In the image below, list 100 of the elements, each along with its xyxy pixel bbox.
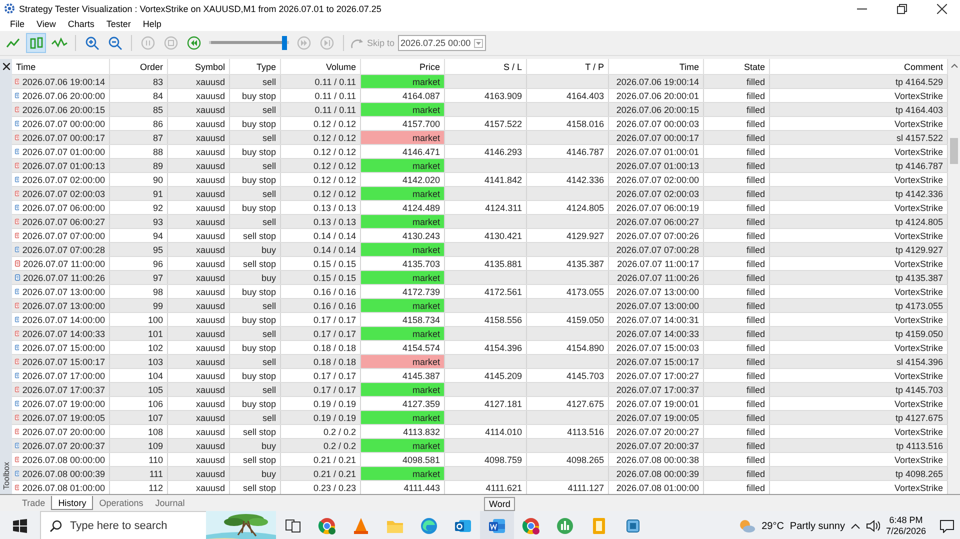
chevron-up-icon[interactable] — [850, 523, 860, 529]
table-row[interactable]: 2026.07.07 11:00:00 96 xauusd sell stop 0.15 / 0.15 4135.703 4135.881 4135.387 2026.07.07 11:00:17 filled VortexStrike — [12, 257, 948, 271]
table-row[interactable]: 2026.07.07 07:00:00 94 xauusd sell stop 0.14 / 0.14 4130.243 4130.421 4129.927 2026.07.07 07:00:26 filled VortexStrike — [12, 229, 948, 243]
table-cell: 0.19 / 0.19 — [281, 397, 361, 410]
table-cell: 2026.07.07 13:00:00 — [609, 285, 704, 298]
table-cell: 2026.07.06 19:00:14 — [609, 75, 704, 88]
table-cell: 2026.07.07 02:00:00 — [22, 174, 105, 184]
column-header[interactable]: Type — [230, 59, 281, 74]
bar-chart-icon[interactable] — [26, 33, 46, 53]
table-row[interactable]: 2026.07.07 17:00:37 105 xauusd sell 0.17 / 0.17 market 2026.07.07 17:00:37 filled tp 4145.703 — [12, 383, 948, 397]
menu-item[interactable]: Help — [136, 19, 168, 29]
table-cell: filled — [704, 327, 770, 340]
table-row[interactable]: 2026.07.07 17:00:00 104 xauusd buy stop 0.17 / 0.17 4145.387 4145.209 4145.703 2026.07.07 17:00:27 filled VortexStrike — [12, 369, 948, 383]
tab[interactable]: Trade — [16, 496, 52, 510]
column-header[interactable]: Time — [12, 59, 110, 74]
table-cell: 2026.07.07 17:00:37 — [22, 384, 105, 394]
scroll-up-icon[interactable] — [950, 63, 958, 68]
table-cell: xauusd — [168, 271, 230, 284]
scrollbar[interactable] — [948, 59, 960, 494]
mail-icon — [455, 520, 471, 532]
menu-item[interactable]: View — [30, 19, 62, 29]
table-row[interactable]: 2026.07.07 13:00:00 99 xauusd sell 0.16 / 0.16 market 2026.07.07 13:00:00 filled tp 4173.055 — [12, 299, 948, 313]
table-row[interactable]: 2026.07.07 11:00:26 97 xauusd buy 0.15 / 0.15 market 2026.07.07 11:00:26 filled tp 4135.387 — [12, 271, 948, 285]
table-row[interactable]: 2026.07.06 20:00:00 84 xauusd buy stop 0.11 / 0.11 4164.087 4163.909 4164.403 2026.07.06 20:00:01 filled VortexStrike — [12, 89, 948, 103]
table-cell: xauusd — [168, 89, 230, 102]
table-cell: xauusd — [168, 257, 230, 270]
table-row[interactable]: 2026.07.06 19:00:14 83 xauusd sell 0.11 / 0.11 market 2026.07.06 19:00:14 filled tp 4164.529 — [12, 75, 948, 89]
table-row[interactable]: 2026.07.08 01:00:00 112 xauusd sell stop 0.23 / 0.23 4111.443 4111.621 4111.127 2026.07.08 01:00:00 filled VortexStrike — [12, 481, 948, 494]
table-row[interactable]: 2026.07.07 02:00:03 91 xauusd sell 0.12 / 0.12 market 2026.07.07 02:00:03 filled tp 4142.336 — [12, 187, 948, 201]
column-header[interactable]: Price — [361, 59, 445, 74]
column-header[interactable]: S / L — [445, 59, 527, 74]
table-cell: buy stop — [230, 145, 281, 158]
windows-logo-icon[interactable] — [13, 519, 27, 533]
table-row[interactable]: 2026.07.07 06:00:27 93 xauusd sell 0.13 / 0.13 market 2026.07.07 06:00:27 filled tp 4124.805 — [12, 215, 948, 229]
table-row[interactable]: 2026.07.07 02:00:00 90 xauusd buy stop 0.12 / 0.12 4142.020 4141.842 4142.336 2026.07.07 02:00:00 filled VortexStrike — [12, 173, 948, 187]
date-field[interactable]: 2026.07.25 00:00 — [398, 35, 486, 51]
table-row[interactable]: 2026.07.07 14:00:33 101 xauusd sell 0.17 / 0.17 market 2026.07.07 14:00:33 filled tp 4159.050 — [12, 327, 948, 341]
table-row[interactable]: 2026.07.07 07:00:28 95 xauusd buy 0.14 / 0.14 market 2026.07.07 07:00:28 filled tp 4129.927 — [12, 243, 948, 257]
slider-thumb[interactable] — [282, 36, 287, 50]
table-row[interactable]: 2026.07.07 13:00:00 98 xauusd buy stop 0.16 / 0.16 4172.739 4172.561 4173.055 2026.07.07 13:00:00 filled VortexStrike — [12, 285, 948, 299]
table-cell: 0.17 / 0.17 — [281, 313, 361, 326]
table-row[interactable]: 2026.07.07 15:00:17 103 xauusd sell 0.18 / 0.18 market 2026.07.07 15:00:17 filled sl 4154.396 — [12, 355, 948, 369]
close-icon[interactable] — [2, 63, 10, 70]
table-cell: 2026.07.07 07:00:28 — [22, 244, 105, 254]
restore-icon[interactable] — [897, 4, 907, 14]
table-cell: market — [361, 439, 445, 452]
table-row[interactable]: 2026.07.08 00:00:00 110 xauusd sell stop 0.21 / 0.21 4098.581 4098.759 4098.265 2026.07.08 00:00:38 filled VortexStrike — [12, 453, 948, 467]
table-cell: 4142.336 — [527, 173, 609, 186]
table-cell: buy — [230, 243, 281, 256]
table-row[interactable]: 2026.07.07 20:00:37 109 xauusd buy 0.2 / 0.2 market 2026.07.07 20:00:37 filled tp 4113.516 — [12, 439, 948, 453]
table-row[interactable]: 2026.07.07 00:00:17 87 xauusd sell 0.12 / 0.12 market 2026.07.07 00:00:17 filled sl 4157.522 — [12, 131, 948, 145]
table-row[interactable]: 2026.07.07 19:00:00 106 xauusd buy stop 0.19 / 0.19 4127.359 4127.181 4127.675 2026.07.07 19:00:01 filled VortexStrike — [12, 397, 948, 411]
table-cell: filled — [704, 257, 770, 270]
table-row[interactable]: 2026.07.07 00:00:00 86 xauusd buy stop 0.12 / 0.12 4157.700 4157.522 4158.016 2026.07.07 00:00:03 filled VortexStrike — [12, 117, 948, 131]
menu-item[interactable]: File — [4, 19, 31, 29]
table-row[interactable]: 2026.07.06 20:00:15 85 xauusd sell 0.11 / 0.11 market 2026.07.06 20:00:15 filled tp 4164.403 — [12, 103, 948, 117]
table-row[interactable]: 2026.07.07 14:00:00 100 xauusd buy stop 0.17 / 0.17 4158.734 4158.556 4159.050 2026.07.07 14:00:31 filled VortexStrike — [12, 313, 948, 327]
table-cell: 109 — [110, 439, 168, 452]
menu-item[interactable]: Tester — [100, 19, 137, 29]
column-header[interactable]: Order — [110, 59, 168, 74]
table-cell: 2026.07.07 13:00:00 — [609, 299, 704, 312]
column-header[interactable]: T / P — [527, 59, 609, 74]
table-row[interactable]: 2026.07.07 01:00:00 88 xauusd buy stop 0.12 / 0.12 4146.471 4146.293 4146.787 2026.07.07 01:00:01 filled VortexStrike — [12, 145, 948, 159]
tab[interactable]: Operations — [93, 496, 150, 510]
table-row[interactable]: 2026.07.07 20:00:00 108 xauusd sell stop 0.2 / 0.2 4113.832 4114.010 4113.516 2026.07.07 20:00:27 filled VortexStrike — [12, 425, 948, 439]
search-field[interactable]: Type here to search — [70, 511, 206, 539]
table-row[interactable]: 2026.07.07 01:00:13 89 xauusd sell 0.12 / 0.12 market 2026.07.07 01:00:13 filled tp 4146.787 — [12, 159, 948, 173]
table-cell: market — [361, 159, 445, 172]
notification-icon[interactable] — [940, 520, 954, 532]
table-cell: market — [361, 355, 445, 368]
table-cell: 2026.07.07 00:00:17 — [609, 131, 704, 144]
table-cell: 2026.07.06 20:00:01 — [609, 89, 704, 102]
table-row[interactable]: 2026.07.07 15:00:00 102 xauusd buy stop 0.18 / 0.18 4154.574 4154.396 4154.890 2026.07.07 15:00:03 filled VortexStrike — [12, 341, 948, 355]
column-header[interactable]: Time — [609, 59, 704, 74]
table-cell: 4154.574 — [361, 341, 445, 354]
table-cell: 2026.07.07 00:00:17 — [22, 132, 105, 142]
minimize-icon[interactable] — [857, 8, 867, 10]
menu-item[interactable]: Charts — [62, 19, 100, 29]
column-header[interactable]: Symbol — [168, 59, 230, 74]
close-icon[interactable] — [937, 4, 947, 14]
speaker-icon[interactable] — [866, 520, 880, 532]
column-header[interactable]: State — [704, 59, 770, 74]
table-cell: 4127.181 — [445, 397, 527, 410]
table-cell: 2026.07.07 06:00:00 — [22, 202, 105, 212]
table-cell: 86 — [110, 117, 168, 130]
table-cell: buy stop — [230, 285, 281, 298]
tab[interactable]: Journal — [149, 496, 191, 510]
column-header[interactable]: Volume — [281, 59, 361, 74]
table-row[interactable]: 2026.07.07 19:00:05 107 xauusd sell 0.19 / 0.19 market 2026.07.07 19:00:05 filled tp 4127.675 — [12, 411, 948, 425]
table-cell: 0.13 / 0.13 — [281, 201, 361, 214]
table-cell: 4158.556 — [445, 313, 527, 326]
scroll-thumb[interactable] — [950, 138, 958, 164]
clock[interactable]: 6:48 PM 7/26/2026 — [886, 515, 926, 537]
table-cell: 4114.010 — [445, 425, 527, 438]
table-cell: market — [361, 327, 445, 340]
tab[interactable]: History — [51, 496, 94, 510]
taskbar-app[interactable] — [480, 511, 514, 539]
table-row[interactable]: 2026.07.07 06:00:00 92 xauusd buy stop 0.13 / 0.13 4124.489 4124.311 4124.805 2026.07.07 06:00:19 filled VortexStrike — [12, 201, 948, 215]
table-cell: sell stop — [230, 229, 281, 242]
table-row[interactable]: 2026.07.08 00:00:39 111 xauusd buy 0.21 / 0.21 market 2026.07.08 00:00:39 filled tp 4098.265 — [12, 467, 948, 481]
